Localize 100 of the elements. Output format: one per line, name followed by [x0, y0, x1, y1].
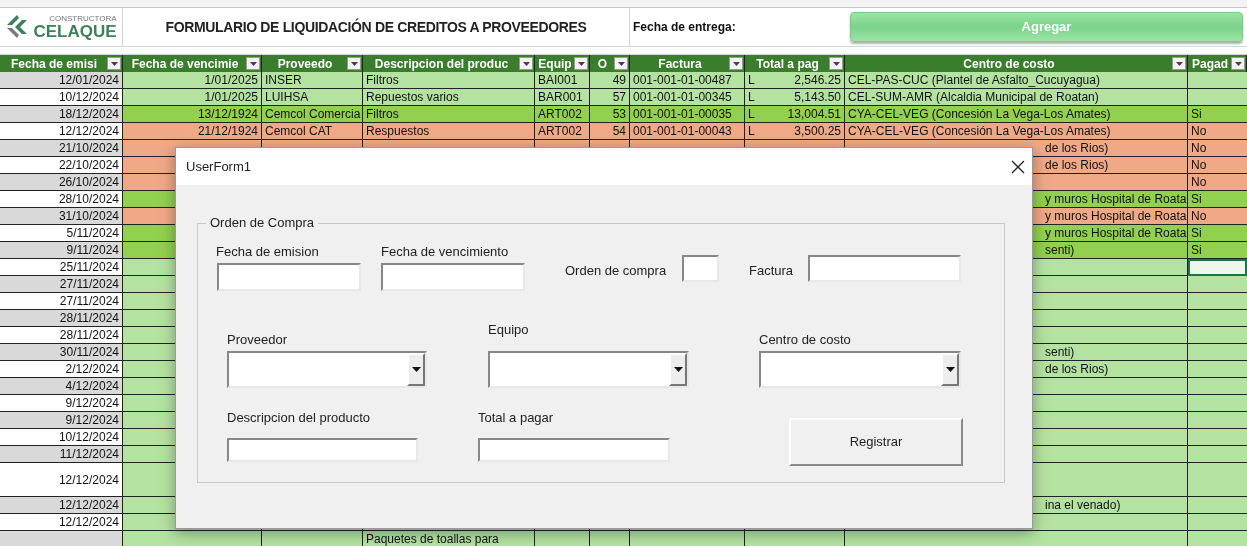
close-icon[interactable]	[1011, 159, 1025, 174]
table-cell: 001-001-01-00035	[630, 106, 745, 123]
dropdown-button[interactable]	[669, 353, 687, 386]
currency-sign: L	[748, 72, 755, 88]
table-cell: 28/11/2024	[0, 310, 123, 327]
currency-sign: L	[748, 123, 755, 139]
caret-icon	[945, 367, 955, 372]
table-cell: Filtros	[363, 106, 535, 123]
text-field[interactable]	[478, 438, 670, 462]
table-cell: 4/12/2024	[0, 378, 123, 395]
table-cell: 5/11/2024	[0, 225, 123, 242]
filter-dropdown-button[interactable]	[1231, 57, 1245, 70]
amount-text: 2,546.25	[794, 72, 841, 88]
caret-icon	[832, 61, 840, 66]
table-cell: Si	[1188, 106, 1247, 123]
table-cell: LUIHSA	[262, 89, 363, 106]
text-field[interactable]	[381, 263, 525, 291]
column-header: Equip	[537, 55, 573, 72]
field-label: Equipo	[488, 322, 529, 338]
dialog-title: UserForm1	[186, 157, 251, 176]
dropdown-button[interactable]	[941, 353, 959, 386]
caret-icon	[1175, 61, 1183, 66]
table-cell: ART002	[535, 123, 590, 140]
filter-dropdown-button[interactable]	[729, 57, 743, 70]
column-header: Fecha de emisi	[9, 55, 98, 72]
table-cell: 13/12/1924	[123, 106, 262, 123]
dropdown-button[interactable]	[407, 353, 425, 386]
column-header: Proveedo	[276, 55, 334, 72]
caret-icon	[577, 61, 585, 66]
table-cell: 9/11/2024	[0, 242, 123, 259]
table-cell: 22/10/2024	[0, 157, 123, 174]
filter-dropdown-button[interactable]	[574, 57, 588, 70]
table-cell: CEL-SUM-AMR (Alcaldia Municipal de Roatan)	[845, 89, 1188, 106]
caret-icon	[1234, 61, 1242, 66]
table-cell: Cemcol Comercia	[262, 106, 363, 123]
table-cell: No	[1188, 208, 1247, 225]
table-cell: 27/11/2024	[0, 276, 123, 293]
caret-icon	[249, 61, 257, 66]
table-cell: No	[1188, 174, 1247, 191]
table-cell: Repuestos varios	[363, 89, 535, 106]
text-field[interactable]	[217, 263, 361, 291]
table-cell: 001-001-01-00345	[630, 89, 745, 106]
field-label: Proveedor	[227, 332, 287, 348]
field-label: Fecha de emision	[216, 244, 319, 260]
text-field[interactable]	[682, 255, 719, 282]
table-cell: 1/01/2025	[123, 72, 262, 89]
register-button[interactable]: Registrar	[789, 418, 963, 466]
table-cell: BAR001	[535, 89, 590, 106]
filter-dropdown-button[interactable]	[246, 57, 260, 70]
logo-icon	[5, 14, 30, 40]
table-cell: 001-001-01-00487	[630, 72, 745, 89]
table-cell: Si	[1188, 242, 1247, 259]
filter-dropdown-button[interactable]	[614, 57, 628, 70]
group-title: Orden de Compra	[206, 215, 319, 231]
table-cell: 31/10/2024	[0, 208, 123, 225]
filter-dropdown-button[interactable]	[829, 57, 843, 70]
table-cell: 25/11/2024	[0, 259, 123, 276]
sheet-title: FORMULARIO DE LIQUIDACIÓN DE CREDITOS A PROVEEDORES	[165, 17, 587, 37]
amount-text: 5,143.50	[794, 89, 841, 105]
table-cell: 12/12/2024	[0, 497, 123, 514]
table-cell: 26/10/2024	[0, 174, 123, 191]
table-cell: 12/12/2024	[0, 123, 123, 140]
table-cell: 9/12/2024	[0, 412, 123, 429]
text-field[interactable]	[227, 438, 418, 462]
caret-icon	[110, 61, 118, 66]
table-cell: 9/12/2024	[0, 395, 123, 412]
table-cell: 30/11/2024	[0, 344, 123, 361]
table-cell: 53	[590, 106, 630, 123]
table-cell: Si	[1188, 191, 1247, 208]
table-cell: 10/12/2024	[0, 89, 123, 106]
table-cell: Filtros	[363, 72, 535, 89]
table-cell: 49	[590, 72, 630, 89]
delivery-date-label: Fecha de entrega:	[633, 19, 736, 36]
table-cell: No	[1188, 140, 1247, 157]
table-cell: Paquetes de toallas para	[363, 531, 535, 546]
text-field[interactable]	[808, 255, 961, 282]
caret-icon	[732, 61, 740, 66]
table-cell: 12/12/2024	[0, 463, 123, 497]
table-cell: 28/10/2024	[0, 191, 123, 208]
table-cell: 28/11/2024	[0, 327, 123, 344]
table-cell: 54	[590, 123, 630, 140]
table-cell: 18/12/2024	[0, 106, 123, 123]
filter-dropdown-button[interactable]	[107, 57, 121, 70]
table-cell: 10/12/2024	[0, 429, 123, 446]
table-cell: No	[1188, 157, 1247, 174]
filter-dropdown-button[interactable]	[1172, 57, 1186, 70]
field-label: Factura	[749, 263, 794, 279]
caret-icon	[411, 367, 421, 372]
filter-dropdown-button[interactable]	[347, 57, 361, 70]
amount-text: 3,500.25	[794, 123, 841, 139]
table-cell: 12/01/2024	[0, 72, 123, 89]
table-cell: CYA-CEL-VEG (Concesión La Vega-Los Amates)	[845, 123, 1188, 140]
table-cell: BAI001	[535, 72, 590, 89]
table-cell: ART002	[535, 106, 590, 123]
table-cell: Si	[1188, 225, 1247, 242]
filter-dropdown-button[interactable]	[519, 57, 533, 70]
table-cell: 11/12/2024	[0, 446, 123, 463]
table-cell: 2/12/2024	[0, 361, 123, 378]
table-cell: 27/11/2024	[0, 293, 123, 310]
field-label: Orden de compra	[565, 263, 667, 279]
